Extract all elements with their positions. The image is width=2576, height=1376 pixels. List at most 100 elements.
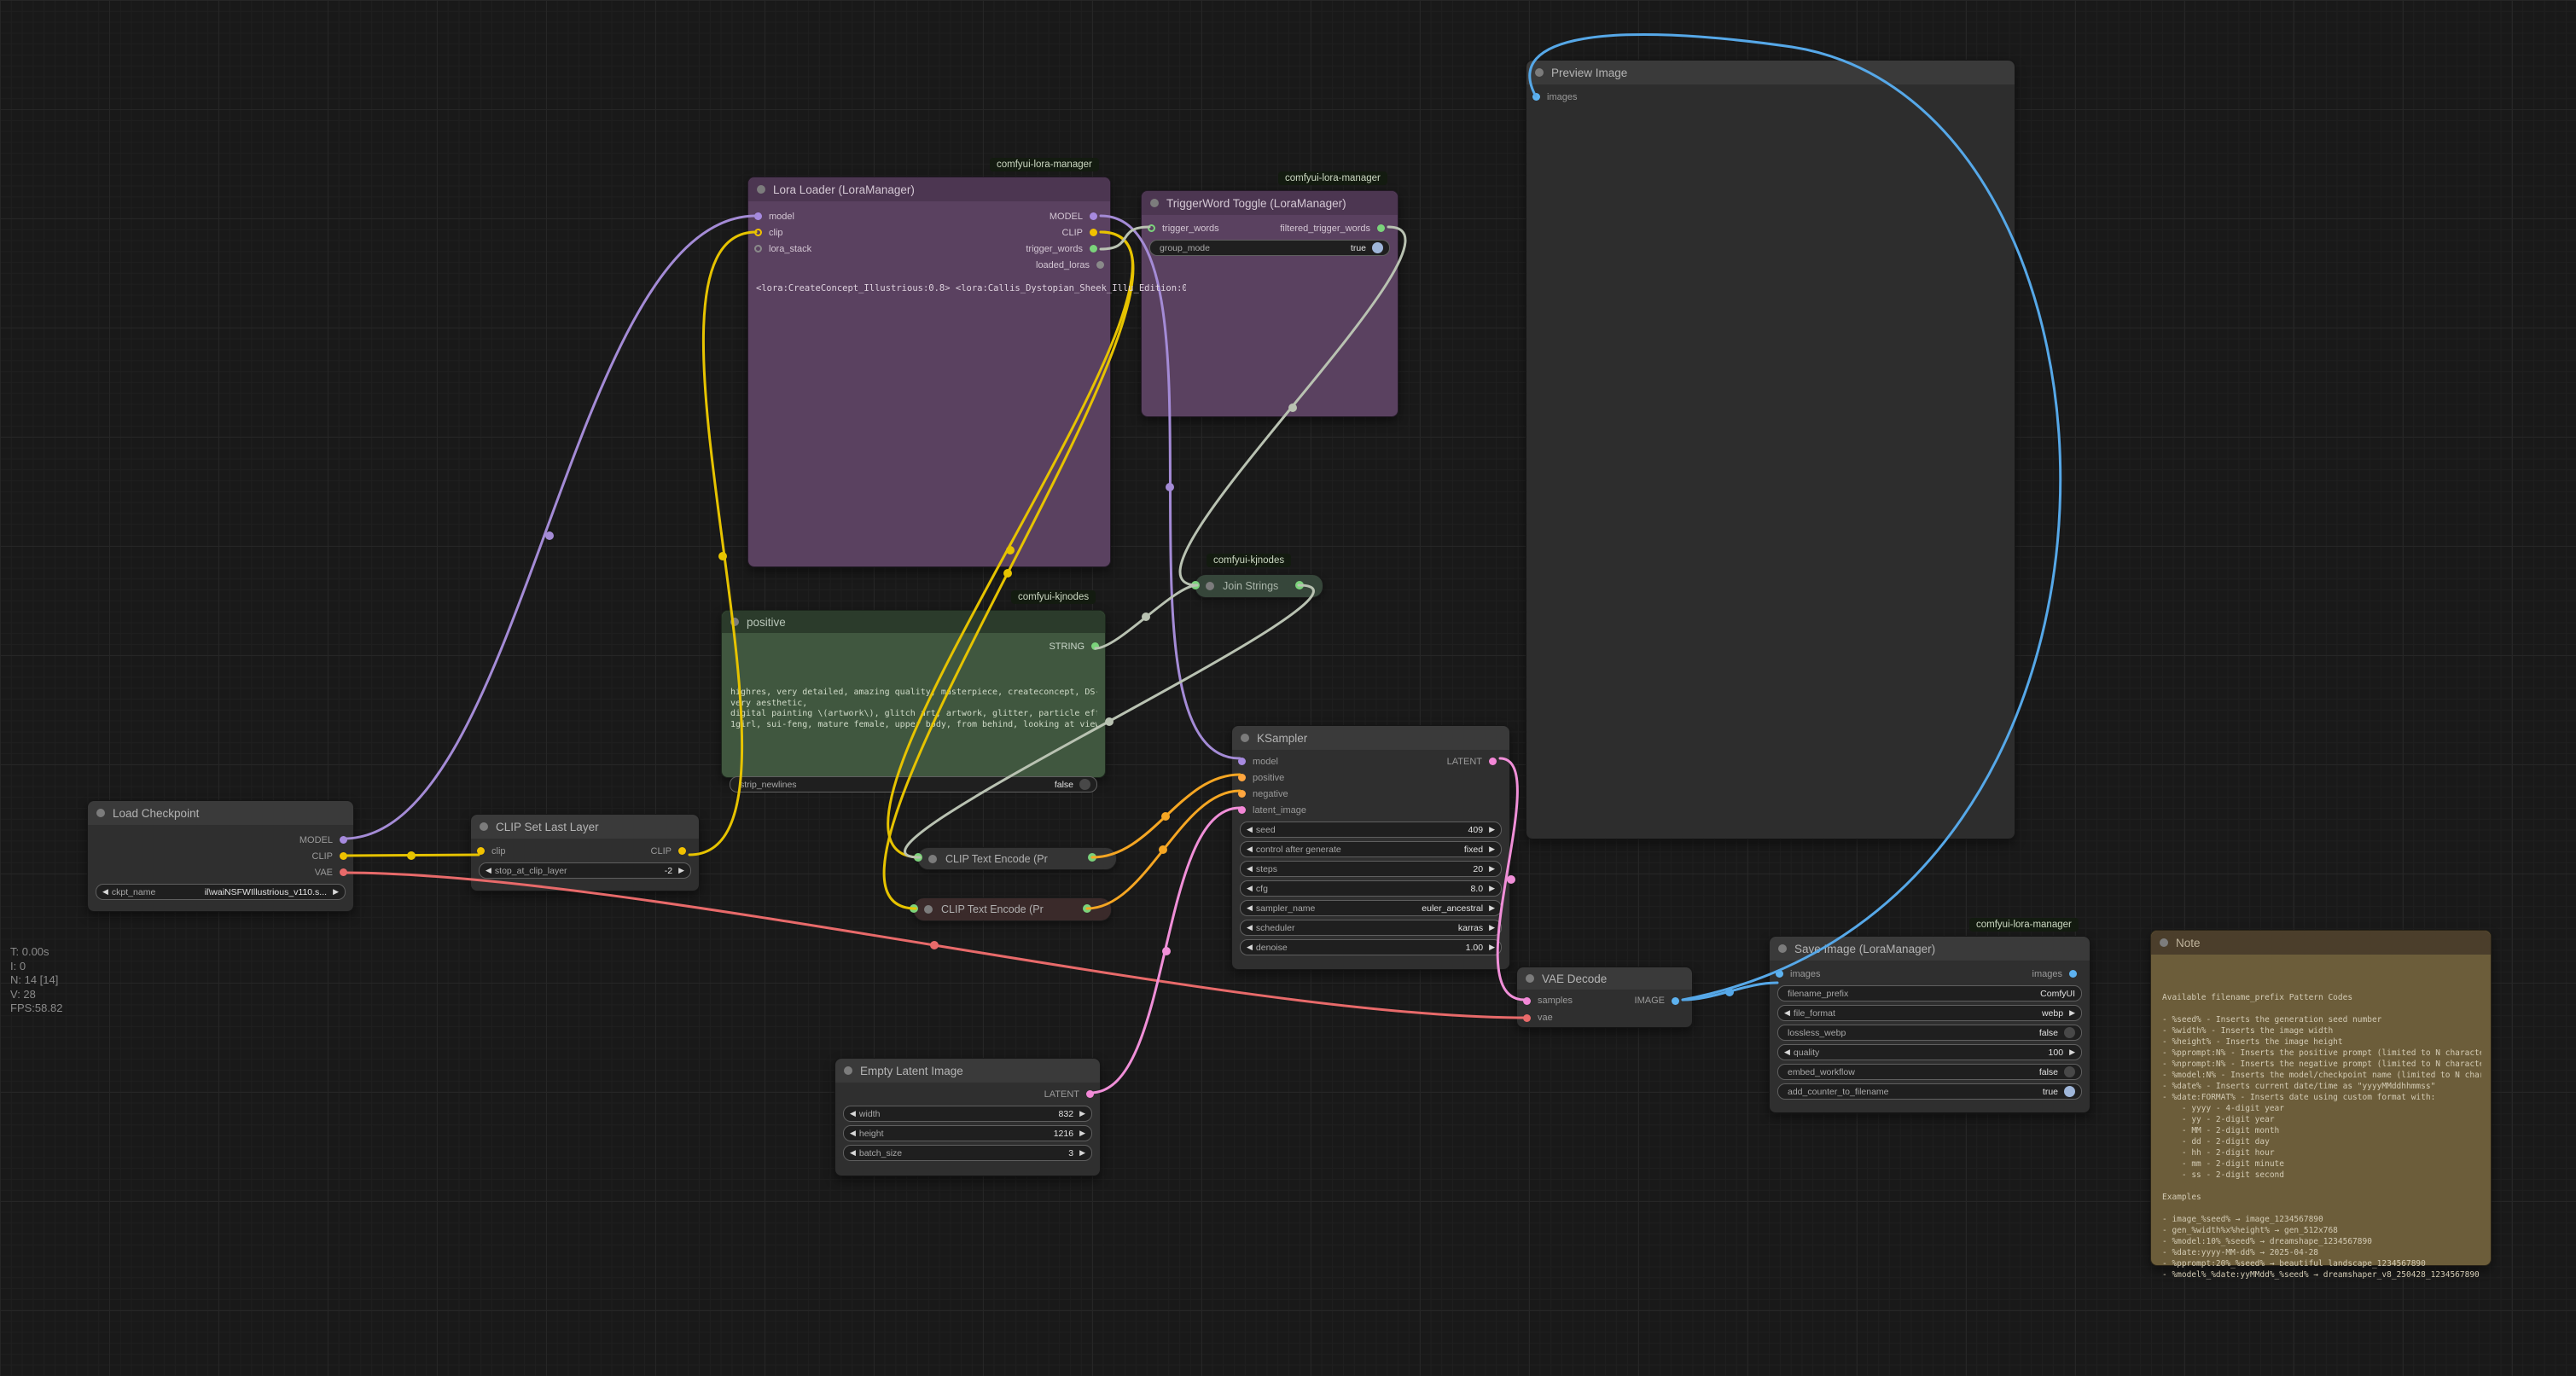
collapse-dot[interactable]	[1778, 944, 1787, 953]
node-preview-image[interactable]: Preview Image images	[1526, 60, 2015, 839]
images-output-slot[interactable]	[2069, 970, 2077, 978]
collapse-dot[interactable]	[1241, 734, 1249, 742]
embed-workflow-toggle[interactable]: embed_workflowfalse	[1777, 1064, 2082, 1080]
node-positive-prompt[interactable]: positive STRING highres, very detailed, …	[721, 610, 1106, 778]
height-widget[interactable]: ◀height1216▶	[843, 1125, 1092, 1141]
collapse-dot[interactable]	[480, 822, 488, 831]
collapse-dot[interactable]	[1526, 974, 1534, 983]
collapse-dot[interactable]	[1150, 199, 1159, 207]
image-output-slot[interactable]	[1672, 997, 1679, 1005]
clip-output-slot[interactable]	[678, 847, 686, 855]
filename-prefix-widget[interactable]: filename_prefixComfyUI	[1777, 985, 2082, 1002]
node-header[interactable]: Save Image (LoraManager)	[1770, 937, 2090, 961]
node-header[interactable]: KSampler	[1232, 726, 1509, 750]
model-input-slot[interactable]	[1238, 758, 1246, 765]
model-output-slot[interactable]	[340, 836, 347, 844]
toggle-off-icon[interactable]	[2064, 1027, 2075, 1038]
clip-input-slot[interactable]	[754, 229, 762, 236]
latent-image-input-slot[interactable]	[1238, 806, 1246, 814]
control-after-generate-widget[interactable]: ◀control after generatefixed▶	[1240, 841, 1502, 857]
collapse-dot[interactable]	[96, 809, 105, 817]
clip-input-slot[interactable]	[477, 847, 485, 855]
right-arrow-icon[interactable]: ▶	[678, 867, 684, 874]
seed-widget[interactable]: ◀seed409▶	[1240, 822, 1502, 838]
width-widget[interactable]: ◀width832▶	[843, 1106, 1092, 1122]
images-input-slot[interactable]	[1776, 970, 1783, 978]
group-mode-toggle[interactable]: group_modetrue	[1149, 240, 1390, 256]
collapse-dot[interactable]	[924, 905, 933, 914]
left-arrow-icon[interactable]: ◀	[486, 867, 491, 874]
batch-size-widget[interactable]: ◀batch_size3▶	[843, 1145, 1092, 1161]
collapse-dot[interactable]	[928, 855, 937, 863]
join-strings-output-slot[interactable]	[1295, 581, 1304, 589]
collapse-dot[interactable]	[2160, 938, 2168, 947]
lossless-webp-toggle[interactable]: lossless_webpfalse	[1777, 1025, 2082, 1041]
trigger-words-output-slot[interactable]	[1090, 245, 1097, 253]
node-header[interactable]: Lora Loader (LoraManager)	[748, 177, 1110, 201]
ckpt-name-widget[interactable]: ◀ckpt_nameil\waiNSFWIllustrious_v110.s..…	[96, 884, 346, 900]
left-arrow-icon[interactable]: ◀	[1247, 865, 1253, 873]
node-header[interactable]: Load Checkpoint	[88, 801, 353, 825]
right-arrow-icon[interactable]: ▶	[1079, 1149, 1085, 1157]
vae-output-slot[interactable]	[340, 868, 347, 876]
clip-output-slot[interactable]	[1090, 229, 1097, 236]
left-arrow-icon[interactable]: ◀	[1784, 1048, 1790, 1056]
collapse-dot[interactable]	[1206, 582, 1214, 590]
right-arrow-icon[interactable]: ▶	[1489, 924, 1495, 932]
node-vae-decode[interactable]: VAE Decode samplesIMAGE vae	[1516, 967, 1693, 1028]
node-note[interactable]: Note Available filename_prefix Pattern C…	[2150, 930, 2492, 1266]
left-arrow-icon[interactable]: ◀	[1784, 1009, 1790, 1017]
positive-input-slot[interactable]	[1238, 774, 1246, 781]
left-arrow-icon[interactable]: ◀	[1247, 924, 1253, 932]
node-header[interactable]: Note	[2151, 931, 2491, 955]
collapse-dot[interactable]	[1535, 68, 1544, 77]
denoise-widget[interactable]: ◀denoise1.00▶	[1240, 939, 1502, 955]
lora-syntax-text[interactable]: <lora:CreateConcept_Illustrious:0.8> <lo…	[756, 283, 1186, 293]
strip-newlines-toggle[interactable]: strip_newlinesfalse	[730, 776, 1097, 793]
right-arrow-icon[interactable]: ▶	[1079, 1110, 1085, 1118]
right-arrow-icon[interactable]: ▶	[1489, 885, 1495, 892]
right-arrow-icon[interactable]: ▶	[2069, 1009, 2075, 1017]
right-arrow-icon[interactable]: ▶	[1489, 904, 1495, 912]
clip-text-encode-2-output-slot[interactable]	[1083, 904, 1091, 913]
latent-output-slot[interactable]	[1489, 758, 1497, 765]
latent-output-slot[interactable]	[1086, 1090, 1094, 1098]
lora-stack-input-slot[interactable]	[754, 245, 762, 253]
steps-widget[interactable]: ◀steps20▶	[1240, 861, 1502, 877]
node-lora-loader[interactable]: Lora Loader (LoraManager) modelMODEL cli…	[747, 177, 1111, 567]
clip-text-encode-1-input-slot[interactable]	[914, 853, 922, 862]
right-arrow-icon[interactable]: ▶	[1489, 845, 1495, 853]
node-header[interactable]: VAE Decode	[1517, 967, 1692, 990]
clip-output-slot[interactable]	[340, 852, 347, 860]
left-arrow-icon[interactable]: ◀	[850, 1110, 856, 1118]
clip-text-encode-2-input-slot[interactable]	[910, 904, 918, 913]
stop-at-clip-layer-widget[interactable]: ◀stop_at_clip_layer-2▶	[479, 862, 691, 879]
cfg-widget[interactable]: ◀cfg8.0▶	[1240, 880, 1502, 897]
scheduler-widget[interactable]: ◀schedulerkarras▶	[1240, 920, 1502, 936]
toggle-on-icon[interactable]	[1372, 242, 1383, 253]
node-header[interactable]: Empty Latent Image	[835, 1059, 1100, 1083]
loaded-loras-output-slot[interactable]	[1096, 261, 1104, 269]
comfyui-canvas[interactable]: T: 0.00s I: 0 N: 14 [14] V: 28 FPS:58.82…	[0, 0, 2576, 1376]
node-load-checkpoint[interactable]: Load Checkpoint MODEL CLIP VAE ◀ckpt_nam…	[87, 800, 354, 912]
node-save-image[interactable]: Save Image (LoraManager) imagesimages fi…	[1769, 936, 2090, 1113]
right-arrow-icon[interactable]: ▶	[1489, 865, 1495, 873]
clip-text-encode-1-output-slot[interactable]	[1088, 853, 1096, 862]
left-arrow-icon[interactable]: ◀	[1247, 904, 1253, 912]
collapse-dot[interactable]	[730, 618, 739, 626]
left-arrow-icon[interactable]: ◀	[1247, 845, 1253, 853]
prompt-textarea[interactable]: highres, very detailed, amazing quality,…	[730, 688, 1097, 783]
node-empty-latent-image[interactable]: Empty Latent Image LATENT ◀width832▶ ◀he…	[834, 1058, 1101, 1176]
node-ksampler[interactable]: KSampler modelLATENT positive negative l…	[1231, 725, 1510, 970]
left-arrow-icon[interactable]: ◀	[850, 1149, 856, 1157]
samples-input-slot[interactable]	[1523, 997, 1531, 1005]
left-arrow-icon[interactable]: ◀	[850, 1129, 856, 1137]
node-header[interactable]: positive	[722, 611, 1105, 633]
toggle-on-icon[interactable]	[2064, 1086, 2075, 1097]
node-header[interactable]: TriggerWord Toggle (LoraManager)	[1142, 191, 1398, 215]
toggle-off-icon[interactable]	[2064, 1066, 2075, 1077]
node-join-strings[interactable]: Join Strings	[1195, 574, 1323, 598]
right-arrow-icon[interactable]: ▶	[333, 888, 339, 896]
note-textarea[interactable]: Available filename_prefix Pattern Codes …	[2162, 992, 2481, 1282]
right-arrow-icon[interactable]: ▶	[1489, 943, 1495, 951]
